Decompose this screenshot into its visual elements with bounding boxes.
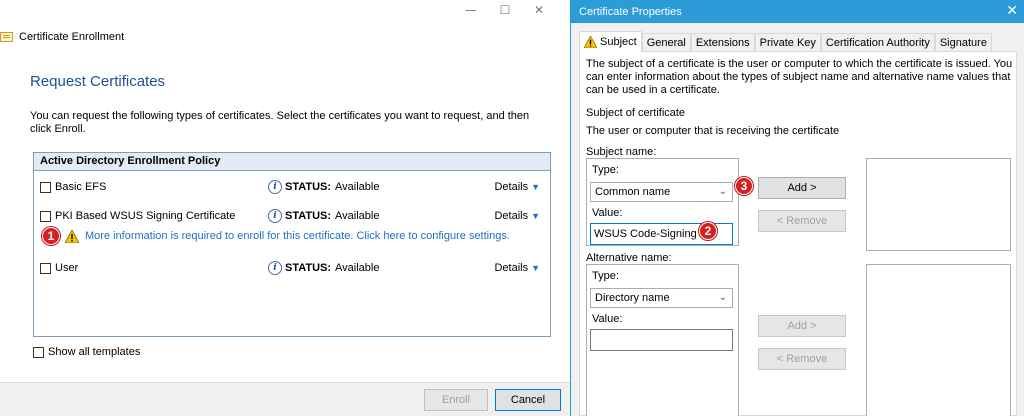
section-heading: Subject of certificate	[586, 107, 686, 119]
show-all-templates-checkbox[interactable]	[33, 346, 44, 358]
tab-subject[interactable]: Subject	[579, 31, 642, 52]
maximize-button[interactable]: ☐	[488, 0, 522, 20]
warning-row: 1 More information is required to enroll…	[42, 227, 510, 245]
status-label: STATUS:	[285, 181, 332, 193]
status: i STATUS: Available	[268, 261, 379, 275]
certificate-name: Basic EFS	[55, 181, 107, 193]
info-icon: i	[268, 209, 282, 223]
tab-certification-authority[interactable]: Certification Authority	[820, 33, 935, 52]
certificate-name: PKI Based WSUS Signing Certificate	[55, 210, 236, 222]
tab-signature[interactable]: Signature	[934, 33, 992, 52]
subject-tab-panel: The subject of a certificate is the user…	[579, 51, 1017, 416]
policy-title: Active Directory Enrollment Policy	[34, 153, 550, 171]
details-toggle[interactable]: Details ▼	[494, 210, 540, 222]
status: i STATUS: Available	[268, 180, 379, 194]
tab-label: Subject	[600, 35, 637, 48]
info-icon: i	[268, 261, 282, 275]
chevron-down-icon: ⌄	[718, 292, 727, 303]
value-label: Value:	[592, 313, 623, 325]
alternative-type-dropdown[interactable]: Directory name ⌄	[590, 288, 733, 308]
show-all-templates-label: Show all templates	[48, 346, 141, 358]
close-button[interactable]: ✕	[522, 0, 556, 20]
subject-type-dropdown[interactable]: Common name ⌄	[590, 182, 733, 202]
details-label: Details	[494, 181, 529, 193]
chevron-down-icon: ▼	[531, 211, 540, 221]
show-all-templates[interactable]: Show all templates	[33, 346, 140, 358]
alternative-name-group: Type: Directory name ⌄ Value:	[586, 264, 739, 416]
chevron-down-icon: ▼	[531, 263, 540, 273]
subject-type-value: Common name	[595, 186, 671, 198]
alternative-name-label: Alternative name:	[586, 252, 672, 264]
subject-description: The subject of a certificate is the user…	[586, 58, 1013, 96]
certificate-enrollment-window: — ☐ ✕ Certificate Enrollment Request Cer…	[0, 0, 570, 416]
certificate-properties-window: Certificate Properties ✕ Subject General…	[570, 0, 1024, 416]
app-title-bar: Certificate Enrollment	[0, 29, 124, 45]
configure-settings-link[interactable]: More information is required to enroll f…	[85, 230, 510, 242]
alternative-type-value: Directory name	[595, 292, 670, 304]
certificate-icon	[0, 31, 14, 43]
tab-extensions[interactable]: Extensions	[690, 33, 755, 52]
section-hint: The user or computer that is receiving t…	[586, 125, 840, 137]
remove-subject-button[interactable]: < Remove	[758, 210, 846, 232]
info-icon: i	[268, 180, 282, 194]
tab-general[interactable]: General	[641, 33, 691, 52]
subject-name-list[interactable]	[866, 158, 1011, 251]
value-label: Value:	[592, 207, 623, 219]
status-label: STATUS:	[285, 262, 332, 274]
list-item: PKI Based WSUS Signing Certificate i STA…	[40, 208, 542, 224]
status-value: Available	[335, 262, 380, 274]
certificate-name: User	[55, 262, 79, 274]
intro-text: You can request the following types of c…	[30, 110, 530, 135]
certificate-checkbox[interactable]	[40, 181, 51, 193]
subject-value-text: WSUS Code-Signing	[594, 228, 697, 240]
status-label: STATUS:	[285, 210, 332, 222]
warning-icon	[584, 36, 597, 48]
cancel-button[interactable]: Cancel	[495, 389, 561, 411]
page-title: Request Certificates	[30, 73, 166, 90]
status-value: Available	[335, 181, 380, 193]
window-controls: — ☐ ✕	[454, 0, 556, 20]
type-label: Type:	[592, 164, 619, 176]
add-alternative-button[interactable]: Add >	[758, 315, 846, 337]
details-toggle[interactable]: Details ▼	[494, 181, 540, 193]
list-item: User i STATUS: Available Details ▼	[40, 260, 542, 276]
step-badge: 1	[42, 227, 60, 245]
status-value: Available	[335, 210, 380, 222]
details-label: Details	[494, 210, 529, 222]
app-title: Certificate Enrollment	[19, 31, 125, 43]
tab-private-key[interactable]: Private Key	[754, 33, 821, 52]
details-label: Details	[494, 262, 529, 274]
dialog-footer: Enroll Cancel	[0, 382, 570, 416]
alternative-name-list[interactable]	[866, 264, 1011, 416]
chevron-down-icon: ⌄	[718, 186, 727, 197]
step-badge: 2	[699, 222, 717, 240]
certificate-checkbox[interactable]	[40, 262, 51, 274]
enroll-button[interactable]: Enroll	[424, 389, 488, 411]
alternative-value-input[interactable]	[590, 329, 733, 351]
tab-strip: Subject General Extensions Private Key C…	[579, 31, 992, 52]
window-title: Certificate Properties	[579, 5, 682, 18]
close-button[interactable]: ✕	[1006, 3, 1018, 19]
enrollment-policy-panel: Active Directory Enrollment Policy Basic…	[33, 152, 551, 337]
step-badge: 3	[735, 177, 753, 195]
chevron-down-icon: ▼	[531, 182, 540, 192]
minimize-button[interactable]: —	[454, 0, 488, 20]
subject-name-label: Subject name:	[586, 146, 657, 158]
type-label: Type:	[592, 270, 619, 282]
title-bar: Certificate Properties ✕	[571, 0, 1024, 23]
status: i STATUS: Available	[268, 209, 379, 223]
list-item: Basic EFS i STATUS: Available Details ▼	[40, 179, 542, 195]
certificate-checkbox[interactable]	[40, 210, 51, 222]
add-subject-button[interactable]: Add >	[758, 177, 846, 199]
warning-icon	[65, 229, 79, 243]
details-toggle[interactable]: Details ▼	[494, 262, 540, 274]
remove-alternative-button[interactable]: < Remove	[758, 348, 846, 370]
